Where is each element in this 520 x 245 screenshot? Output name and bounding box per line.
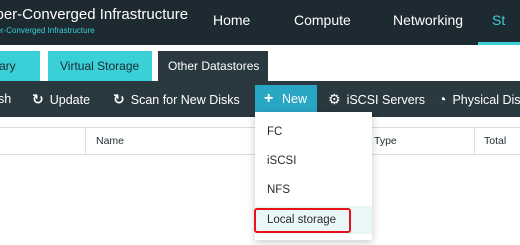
physical-label: Physical Dis	[452, 93, 520, 107]
tab-strip: ary Virtual Storage Other Datastores	[0, 45, 520, 81]
tab-virtual-storage-label: Virtual Storage	[60, 59, 140, 73]
top-header: yper-Converged Infrastructure yper-Conve…	[0, 0, 520, 45]
new-label: New	[282, 92, 308, 106]
refresh-button[interactable]: sh	[0, 81, 11, 117]
highlight-box	[254, 208, 351, 233]
nav-home[interactable]: Home	[213, 12, 250, 28]
update-label: Update	[49, 93, 91, 107]
nav-compute[interactable]: Compute	[294, 12, 351, 28]
menu-item-nfs[interactable]: NFS	[255, 176, 372, 204]
nav-storage[interactable]: St	[492, 12, 505, 28]
app-subtitle: yper-Converged Infrastructure	[0, 26, 95, 35]
app-title: yper-Converged Infrastructure	[0, 6, 189, 23]
column-header-total[interactable]: Total	[484, 128, 506, 154]
tab-summary[interactable]: ary	[0, 51, 40, 81]
menu-item-iscsi[interactable]: iSCSI	[255, 147, 372, 175]
column-divider	[85, 128, 86, 154]
iscsi-label: iSCSI Servers	[346, 93, 426, 107]
column-divider	[474, 128, 475, 154]
tab-other-datastores[interactable]: Other Datastores	[158, 51, 268, 81]
refresh-icon: ↻	[32, 91, 44, 107]
physical-disks-button[interactable]: ◔ Physical Dis	[438, 81, 520, 117]
tab-virtual-storage[interactable]: Virtual Storage	[48, 51, 152, 81]
plus-icon: +	[264, 90, 274, 107]
tab-other-datastores-label: Other Datastores	[168, 59, 260, 73]
new-button[interactable]: + New	[255, 85, 317, 113]
tab-summary-label: ary	[0, 59, 16, 73]
column-header-type[interactable]: Type	[374, 128, 397, 154]
refresh-label: sh	[0, 92, 12, 106]
column-header-name[interactable]: Name	[96, 128, 124, 154]
pie-chart-icon: ◔	[438, 91, 447, 107]
menu-item-fc[interactable]: FC	[255, 118, 372, 146]
scan-label: Scan for New Disks	[130, 93, 240, 107]
refresh-icon: ↻	[113, 91, 125, 107]
nav-networking[interactable]: Networking	[393, 12, 463, 28]
update-button[interactable]: ↻ Update	[32, 81, 90, 117]
scan-new-disks-button[interactable]: ↻ Scan for New Disks	[113, 81, 240, 117]
